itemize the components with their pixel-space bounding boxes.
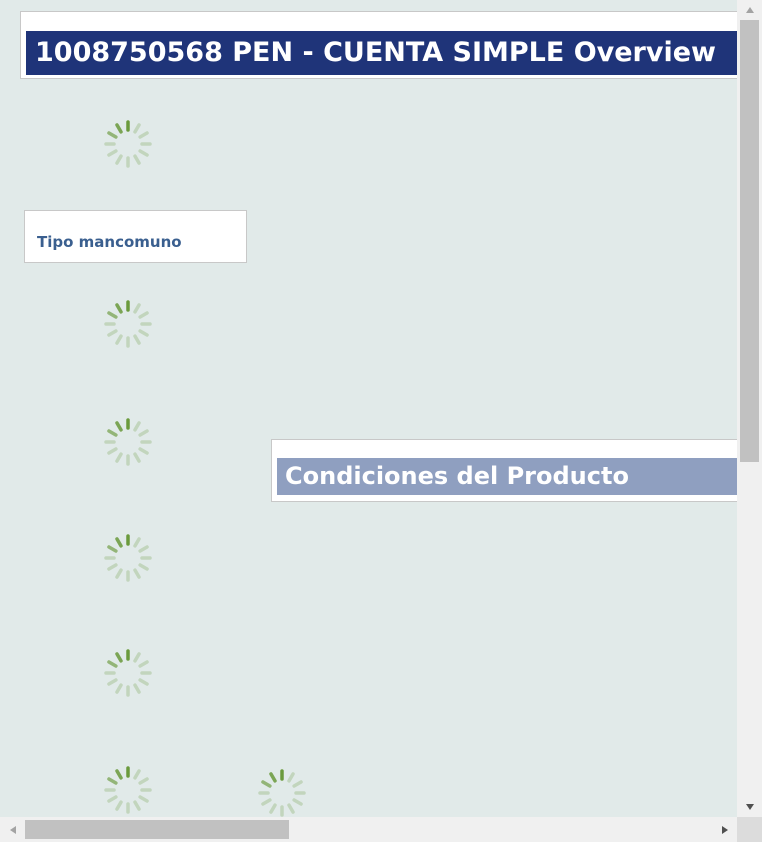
scroll-up-icon (745, 7, 754, 13)
scroll-right-icon (721, 825, 728, 834)
page-title: 1008750568 PEN - CUENTA SIMPLE Overview (26, 31, 737, 75)
scroll-left-button[interactable] (0, 820, 25, 839)
loading-spinner-icon (257, 768, 307, 817)
vertical-scrollbar[interactable] (737, 0, 762, 817)
scrollbar-corner (737, 817, 762, 842)
loading-spinner-icon (103, 417, 153, 467)
loading-spinner-icon (103, 765, 153, 815)
horizontal-scroll-thumb[interactable] (25, 820, 289, 839)
scroll-down-button[interactable] (737, 797, 762, 817)
scroll-right-button[interactable] (712, 820, 737, 839)
loading-spinner-icon (103, 299, 153, 349)
type-panel: Tipo mancomuno (24, 210, 247, 263)
overview-header-panel: 1008750568 PEN - CUENTA SIMPLE Overview (20, 11, 737, 79)
scroll-down-icon (745, 804, 754, 810)
horizontal-scrollbar[interactable] (0, 817, 737, 842)
product-conditions-panel: Condiciones del Producto (271, 439, 737, 502)
vertical-scroll-thumb[interactable] (740, 20, 759, 462)
section-title: Condiciones del Producto (277, 458, 737, 495)
page-viewport: 1008750568 PEN - CUENTA SIMPLE Overview … (0, 0, 737, 817)
loading-spinner-icon (103, 648, 153, 698)
type-label: Tipo mancomuno (37, 233, 182, 251)
scroll-left-icon (9, 825, 16, 834)
scroll-up-button[interactable] (737, 0, 762, 20)
loading-spinner-icon (103, 533, 153, 583)
loading-spinner-icon (103, 119, 153, 169)
